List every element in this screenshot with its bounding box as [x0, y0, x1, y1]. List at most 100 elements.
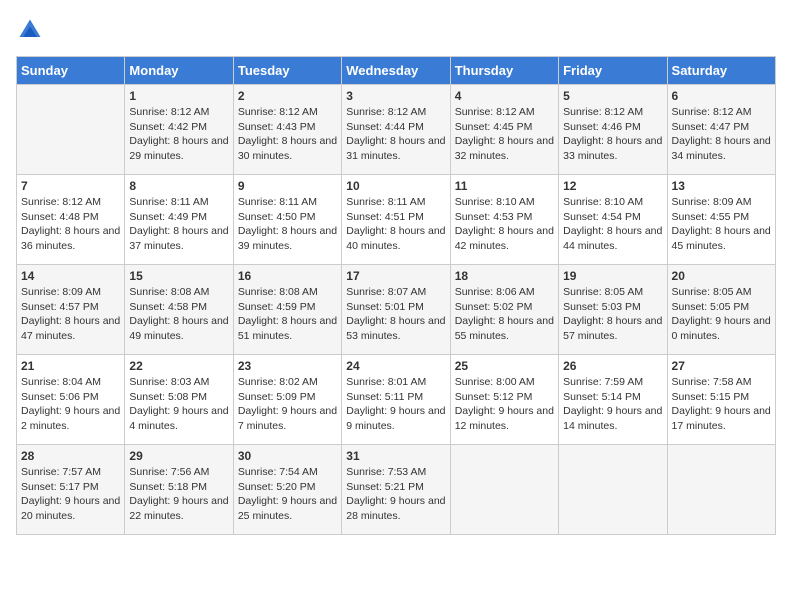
day-detail: Sunrise: 7:59 AM Sunset: 5:14 PM Dayligh… — [563, 375, 662, 434]
day-of-week-header: Friday — [559, 57, 667, 85]
day-of-week-header: Saturday — [667, 57, 775, 85]
day-detail: Sunrise: 8:12 AM Sunset: 4:43 PM Dayligh… — [238, 105, 337, 164]
day-number: 19 — [563, 269, 662, 283]
day-number: 31 — [346, 449, 445, 463]
day-detail: Sunrise: 8:05 AM Sunset: 5:05 PM Dayligh… — [672, 285, 771, 344]
day-of-week-header: Thursday — [450, 57, 558, 85]
day-detail: Sunrise: 8:10 AM Sunset: 4:54 PM Dayligh… — [563, 195, 662, 254]
day-number: 30 — [238, 449, 337, 463]
day-number: 1 — [129, 89, 228, 103]
calendar-cell: 12 Sunrise: 8:10 AM Sunset: 4:54 PM Dayli… — [559, 175, 667, 265]
day-detail: Sunrise: 7:56 AM Sunset: 5:18 PM Dayligh… — [129, 465, 228, 524]
day-detail: Sunrise: 8:01 AM Sunset: 5:11 PM Dayligh… — [346, 375, 445, 434]
day-number: 8 — [129, 179, 228, 193]
calendar-cell: 9 Sunrise: 8:11 AM Sunset: 4:50 PM Daylig… — [233, 175, 341, 265]
day-detail: Sunrise: 8:03 AM Sunset: 5:08 PM Dayligh… — [129, 375, 228, 434]
day-number: 7 — [21, 179, 120, 193]
calendar-week-row: 1 Sunrise: 8:12 AM Sunset: 4:42 PM Daylig… — [17, 85, 776, 175]
calendar-cell: 21 Sunrise: 8:04 AM Sunset: 5:06 PM Dayli… — [17, 355, 125, 445]
day-of-week-header: Tuesday — [233, 57, 341, 85]
day-detail: Sunrise: 8:08 AM Sunset: 4:59 PM Dayligh… — [238, 285, 337, 344]
day-number: 11 — [455, 179, 554, 193]
calendar-cell: 18Sunrise: 8:06 AM Sunset: 5:02 PM Dayli… — [450, 265, 558, 355]
day-number: 18 — [455, 269, 554, 283]
logo-icon — [16, 16, 44, 44]
calendar-cell — [17, 85, 125, 175]
day-number: 5 — [563, 89, 662, 103]
day-detail: Sunrise: 8:04 AM Sunset: 5:06 PM Dayligh… — [21, 375, 120, 434]
day-detail: Sunrise: 8:12 AM Sunset: 4:44 PM Dayligh… — [346, 105, 445, 164]
day-detail: Sunrise: 8:12 AM Sunset: 4:48 PM Dayligh… — [21, 195, 120, 254]
calendar-cell: 31Sunrise: 7:53 AM Sunset: 5:21 PM Dayli… — [342, 445, 450, 535]
day-detail: Sunrise: 8:11 AM Sunset: 4:51 PM Dayligh… — [346, 195, 445, 254]
day-detail: Sunrise: 8:11 AM Sunset: 4:49 PM Dayligh… — [129, 195, 228, 254]
calendar-cell: 3 Sunrise: 8:12 AM Sunset: 4:44 PM Daylig… — [342, 85, 450, 175]
calendar-cell — [450, 445, 558, 535]
day-of-week-header: Wednesday — [342, 57, 450, 85]
calendar-week-row: 7 Sunrise: 8:12 AM Sunset: 4:48 PM Daylig… — [17, 175, 776, 265]
calendar-cell: 1 Sunrise: 8:12 AM Sunset: 4:42 PM Daylig… — [125, 85, 233, 175]
calendar-cell: 23 Sunrise: 8:02 AM Sunset: 5:09 PM Dayli… — [233, 355, 341, 445]
calendar-cell: 10 Sunrise: 8:11 AM Sunset: 4:51 PM Dayli… — [342, 175, 450, 265]
calendar-cell: 5 Sunrise: 8:12 AM Sunset: 4:46 PM Daylig… — [559, 85, 667, 175]
calendar-cell: 25 Sunrise: 8:00 AM Sunset: 5:12 PM Dayli… — [450, 355, 558, 445]
calendar-cell: 27 Sunrise: 7:58 AM Sunset: 5:15 PM Dayli… — [667, 355, 775, 445]
day-detail: Sunrise: 8:08 AM Sunset: 4:58 PM Dayligh… — [129, 285, 228, 344]
calendar-cell: 16 Sunrise: 8:08 AM Sunset: 4:59 PM Dayli… — [233, 265, 341, 355]
day-number: 3 — [346, 89, 445, 103]
day-detail: Sunrise: 8:00 AM Sunset: 5:12 PM Dayligh… — [455, 375, 554, 434]
day-number: 23 — [238, 359, 337, 373]
calendar-cell: 22Sunrise: 8:03 AM Sunset: 5:08 PM Dayli… — [125, 355, 233, 445]
calendar-cell: 13Sunrise: 8:09 AM Sunset: 4:55 PM Dayli… — [667, 175, 775, 265]
day-number: 6 — [672, 89, 771, 103]
calendar-cell: 15 Sunrise: 8:08 AM Sunset: 4:58 PM Dayli… — [125, 265, 233, 355]
day-detail: Sunrise: 8:12 AM Sunset: 4:45 PM Dayligh… — [455, 105, 554, 164]
calendar-cell: 30 Sunrise: 7:54 AM Sunset: 5:20 PM Dayli… — [233, 445, 341, 535]
day-detail: Sunrise: 7:54 AM Sunset: 5:20 PM Dayligh… — [238, 465, 337, 524]
day-detail: Sunrise: 8:12 AM Sunset: 4:42 PM Dayligh… — [129, 105, 228, 164]
day-number: 12 — [563, 179, 662, 193]
day-number: 21 — [21, 359, 120, 373]
day-detail: Sunrise: 8:11 AM Sunset: 4:50 PM Dayligh… — [238, 195, 337, 254]
day-number: 29 — [129, 449, 228, 463]
calendar-week-row: 28Sunrise: 7:57 AM Sunset: 5:17 PM Dayli… — [17, 445, 776, 535]
day-number: 2 — [238, 89, 337, 103]
day-number: 17 — [346, 269, 445, 283]
day-number: 9 — [238, 179, 337, 193]
calendar-cell: 17 Sunrise: 8:07 AM Sunset: 5:01 PM Dayli… — [342, 265, 450, 355]
day-detail: Sunrise: 8:09 AM Sunset: 4:57 PM Dayligh… — [21, 285, 120, 344]
day-number: 10 — [346, 179, 445, 193]
day-number: 14 — [21, 269, 120, 283]
calendar-cell — [559, 445, 667, 535]
calendar-cell: 26 Sunrise: 7:59 AM Sunset: 5:14 PM Dayli… — [559, 355, 667, 445]
calendar-cell: 29 Sunrise: 7:56 AM Sunset: 5:18 PM Dayli… — [125, 445, 233, 535]
calendar-cell: 11 Sunrise: 8:10 AM Sunset: 4:53 PM Dayli… — [450, 175, 558, 265]
day-number: 25 — [455, 359, 554, 373]
day-number: 26 — [563, 359, 662, 373]
calendar-table: SundayMondayTuesdayWednesdayThursdayFrid… — [16, 56, 776, 535]
header — [16, 16, 776, 44]
day-of-week-header: Monday — [125, 57, 233, 85]
day-detail: Sunrise: 8:07 AM Sunset: 5:01 PM Dayligh… — [346, 285, 445, 344]
day-detail: Sunrise: 8:02 AM Sunset: 5:09 PM Dayligh… — [238, 375, 337, 434]
calendar-cell: 28Sunrise: 7:57 AM Sunset: 5:17 PM Dayli… — [17, 445, 125, 535]
logo — [16, 16, 48, 44]
calendar-week-row: 21 Sunrise: 8:04 AM Sunset: 5:06 PM Dayli… — [17, 355, 776, 445]
day-detail: Sunrise: 8:10 AM Sunset: 4:53 PM Dayligh… — [455, 195, 554, 254]
day-number: 27 — [672, 359, 771, 373]
day-of-week-header: Sunday — [17, 57, 125, 85]
day-number: 15 — [129, 269, 228, 283]
day-detail: Sunrise: 7:57 AM Sunset: 5:17 PM Dayligh… — [21, 465, 120, 524]
day-detail: Sunrise: 8:05 AM Sunset: 5:03 PM Dayligh… — [563, 285, 662, 344]
calendar-cell: 4Sunrise: 8:12 AM Sunset: 4:45 PM Daylig… — [450, 85, 558, 175]
calendar-cell: 7 Sunrise: 8:12 AM Sunset: 4:48 PM Daylig… — [17, 175, 125, 265]
calendar-cell: 2 Sunrise: 8:12 AM Sunset: 4:43 PM Daylig… — [233, 85, 341, 175]
day-number: 24 — [346, 359, 445, 373]
day-detail: Sunrise: 8:12 AM Sunset: 4:47 PM Dayligh… — [672, 105, 771, 164]
day-number: 20 — [672, 269, 771, 283]
day-detail: Sunrise: 8:12 AM Sunset: 4:46 PM Dayligh… — [563, 105, 662, 164]
day-detail: Sunrise: 8:09 AM Sunset: 4:55 PM Dayligh… — [672, 195, 771, 254]
day-detail: Sunrise: 7:58 AM Sunset: 5:15 PM Dayligh… — [672, 375, 771, 434]
calendar-cell: 19 Sunrise: 8:05 AM Sunset: 5:03 PM Dayli… — [559, 265, 667, 355]
day-number: 16 — [238, 269, 337, 283]
